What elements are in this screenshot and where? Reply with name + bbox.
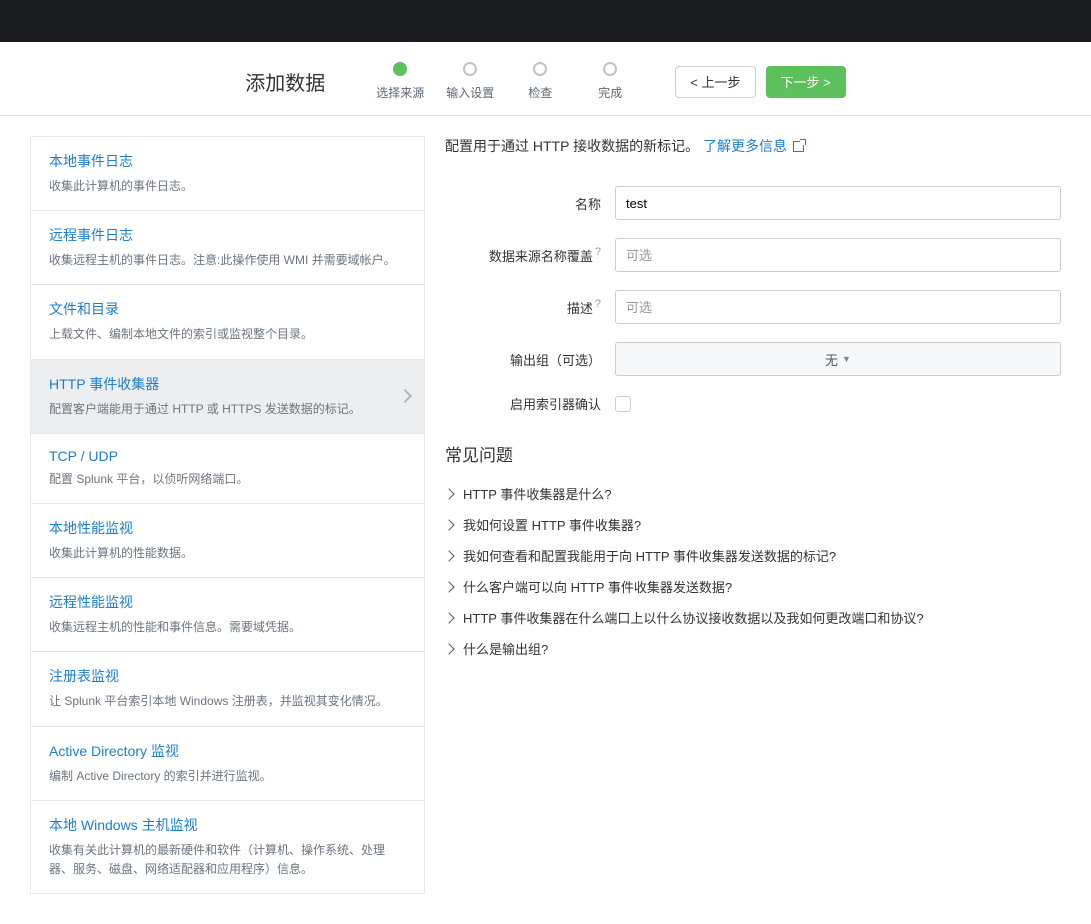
step-circle-icon — [603, 62, 617, 76]
indexer-ack-checkbox[interactable] — [615, 396, 631, 412]
wizard-step: 输入设置 — [435, 62, 505, 101]
sidebar-item[interactable]: 本地性能监视收集此计算机的性能数据。 — [31, 504, 424, 578]
wizard-header: 添加数据 选择来源 输入设置 检查 完成 < 上一步 下一步 > — [0, 42, 1091, 116]
chevron-right-icon — [443, 612, 454, 623]
faq-heading: 常见问题 — [445, 441, 1061, 466]
step-label: 检查 — [528, 84, 552, 101]
form-row-name: 名称 — [445, 186, 1061, 220]
sidebar-item-title: TCP / UDP — [49, 448, 406, 464]
faq-list: HTTP 事件收集器是什么? 我如何设置 HTTP 事件收集器? 我如何查看和配置我… — [445, 478, 1061, 664]
chevron-right-icon — [443, 488, 454, 499]
wizard-step: 选择来源 — [365, 62, 435, 101]
sidebar-item-desc: 收集远程主机的性能和事件信息。需要域凭据。 — [49, 618, 406, 637]
description-label: 描述? — [445, 298, 615, 317]
faq-question: HTTP 事件收集器在什么端口上以什么协议接收数据以及我如何更改端口和协议? — [463, 608, 924, 627]
description-input[interactable] — [615, 290, 1061, 324]
chevron-right-icon — [443, 519, 454, 530]
sidebar-item-desc: 收集远程主机的事件日志。注意:此操作使用 WMI 并需要域帐户。 — [49, 251, 406, 270]
output-group-label: 输出组（可选） — [445, 350, 615, 369]
sidebar-item[interactable]: 远程事件日志收集远程主机的事件日志。注意:此操作使用 WMI 并需要域帐户。 — [31, 211, 424, 285]
source-override-label: 数据来源名称覆盖? — [445, 246, 615, 265]
step-circle-icon — [533, 62, 547, 76]
caret-down-icon: ▼ — [842, 354, 851, 364]
intro-sentence: 配置用于通过 HTTP 接收数据的新标记。 — [445, 138, 699, 154]
config-panel: 配置用于通过 HTTP 接收数据的新标记。 了解更多信息 名称 数据来源名称覆盖… — [445, 136, 1061, 664]
sidebar-item-title: 注册表监视 — [49, 666, 406, 686]
source-override-input[interactable] — [615, 238, 1061, 272]
next-button[interactable]: 下一步 > — [766, 66, 846, 98]
chevron-right-icon — [443, 550, 454, 561]
output-group-value: 无 — [825, 350, 838, 369]
faq-item[interactable]: 什么客户端可以向 HTTP 事件收集器发送数据? — [445, 571, 1061, 602]
main-content: 本地事件日志收集此计算机的事件日志。远程事件日志收集远程主机的事件日志。注意:此… — [0, 116, 1091, 924]
wizard-actions: < 上一步 下一步 > — [675, 66, 845, 98]
sidebar-item[interactable]: 远程性能监视收集远程主机的性能和事件信息。需要域凭据。 — [31, 578, 424, 652]
sidebar-item-title: Active Directory 监视 — [49, 741, 406, 761]
faq-question: 什么客户端可以向 HTTP 事件收集器发送数据? — [463, 577, 732, 596]
sidebar-item-desc: 配置客户端能用于通过 HTTP 或 HTTPS 发送数据的标记。 — [49, 400, 406, 419]
sidebar-item-title: 本地 Windows 主机监视 — [49, 815, 406, 835]
sidebar-item[interactable]: 本地事件日志收集此计算机的事件日志。 — [31, 137, 424, 211]
step-circle-icon — [393, 62, 407, 76]
sidebar-item-desc: 收集此计算机的事件日志。 — [49, 177, 406, 196]
sidebar-item[interactable]: Active Directory 监视编制 Active Directory 的… — [31, 727, 424, 801]
faq-item[interactable]: HTTP 事件收集器是什么? — [445, 478, 1061, 509]
intro-text: 配置用于通过 HTTP 接收数据的新标记。 了解更多信息 — [445, 136, 1061, 156]
sidebar-item-title: HTTP 事件收集器 — [49, 374, 406, 394]
faq-question: 我如何设置 HTTP 事件收集器? — [463, 515, 641, 534]
sidebar-item[interactable]: 注册表监视让 Splunk 平台索引本地 Windows 注册表，并监视其变化情… — [31, 652, 424, 726]
sidebar-item-desc: 配置 Splunk 平台，以侦听网络端口。 — [49, 470, 406, 489]
learn-more-link[interactable]: 了解更多信息 — [703, 138, 804, 154]
wizard-step: 检查 — [505, 62, 575, 101]
sidebar-item[interactable]: 本地 Windows 主机监视收集有关此计算机的最新硬件和软件（计算机、操作系统… — [31, 801, 424, 893]
sidebar-item-desc: 编制 Active Directory 的索引并进行监视。 — [49, 767, 406, 786]
output-group-select[interactable]: 无 ▼ — [615, 342, 1061, 376]
sidebar-item-desc: 上载文件、编制本地文件的索引或监视整个目录。 — [49, 325, 406, 344]
sidebar-item-title: 远程性能监视 — [49, 592, 406, 612]
faq-item[interactable]: 什么是输出组? — [445, 633, 1061, 664]
name-label: 名称 — [445, 194, 615, 213]
sidebar-item-desc: 收集有关此计算机的最新硬件和软件（计算机、操作系统、处理器、服务、磁盘、网络适配… — [49, 841, 406, 879]
sidebar-item-title: 远程事件日志 — [49, 225, 406, 245]
faq-question: HTTP 事件收集器是什么? — [463, 484, 612, 503]
sidebar-item-title: 文件和目录 — [49, 299, 406, 319]
wizard-steps: 选择来源 输入设置 检查 完成 — [365, 62, 645, 101]
faq-item[interactable]: 我如何设置 HTTP 事件收集器? — [445, 509, 1061, 540]
prev-button[interactable]: < 上一步 — [675, 66, 755, 98]
sidebar-item-title: 本地事件日志 — [49, 151, 406, 171]
step-label: 完成 — [598, 84, 622, 101]
form-row-output-group: 输出组（可选） 无 ▼ — [445, 342, 1061, 376]
sidebar-item-desc: 收集此计算机的性能数据。 — [49, 544, 406, 563]
wizard-step: 完成 — [575, 62, 645, 101]
faq-question: 什么是输出组? — [463, 639, 548, 658]
faq-item[interactable]: HTTP 事件收集器在什么端口上以什么协议接收数据以及我如何更改端口和协议? — [445, 602, 1061, 633]
top-app-bar — [0, 0, 1091, 42]
chevron-right-icon — [443, 581, 454, 592]
step-circle-icon — [463, 62, 477, 76]
faq-question: 我如何查看和配置我能用于向 HTTP 事件收集器发送数据的标记? — [463, 546, 836, 565]
form-row-indexer-ack: 启用索引器确认 — [445, 394, 1061, 413]
form-row-source-override: 数据来源名称覆盖? — [445, 238, 1061, 272]
name-input[interactable] — [615, 186, 1061, 220]
sidebar-item[interactable]: TCP / UDP 配置 Splunk 平台，以侦听网络端口。 — [31, 434, 424, 504]
sidebar-item-desc: 让 Splunk 平台索引本地 Windows 注册表，并监视其变化情况。 — [49, 692, 406, 711]
step-label: 选择来源 — [376, 84, 424, 101]
form-row-description: 描述? — [445, 290, 1061, 324]
chevron-right-icon — [443, 643, 454, 654]
external-link-icon — [793, 141, 804, 152]
source-type-sidebar: 本地事件日志收集此计算机的事件日志。远程事件日志收集远程主机的事件日志。注意:此… — [30, 136, 425, 894]
indexer-ack-label: 启用索引器确认 — [445, 394, 615, 413]
sidebar-item[interactable]: HTTP 事件收集器配置客户端能用于通过 HTTP 或 HTTPS 发送数据的标… — [31, 360, 424, 434]
sidebar-item[interactable]: 文件和目录上载文件、编制本地文件的索引或监视整个目录。 — [31, 285, 424, 359]
sidebar-item-title: 本地性能监视 — [49, 518, 406, 538]
step-label: 输入设置 — [446, 84, 494, 101]
faq-item[interactable]: 我如何查看和配置我能用于向 HTTP 事件收集器发送数据的标记? — [445, 540, 1061, 571]
wizard-title: 添加数据 — [245, 67, 325, 96]
